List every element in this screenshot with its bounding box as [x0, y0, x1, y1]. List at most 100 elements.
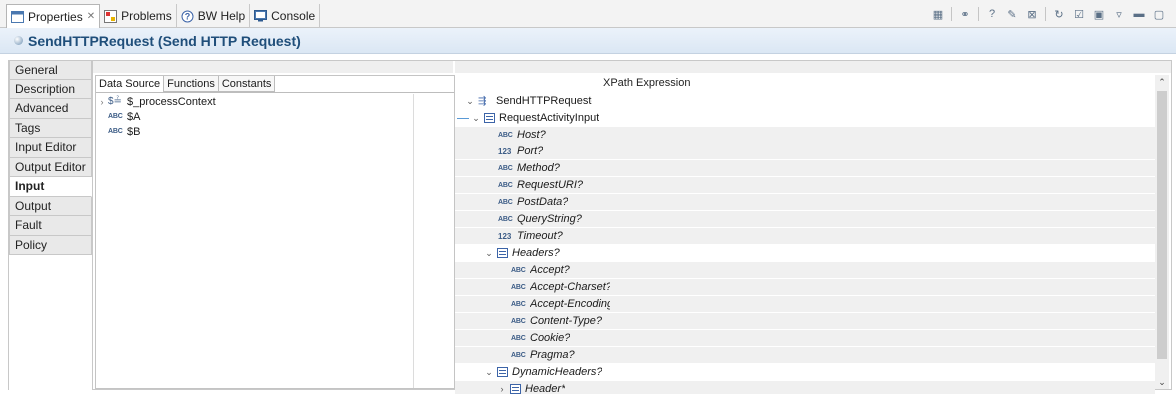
string-type-icon: ABC	[498, 215, 513, 223]
tab-functions[interactable]: Functions	[164, 76, 219, 92]
tree-row[interactable]: ABC PostData?	[455, 194, 1155, 210]
view-menu-icon[interactable]: ▿	[1112, 7, 1126, 21]
vertical-scrollbar[interactable]: ⌃ ⌄	[1155, 75, 1169, 389]
tree-label: RequestURI?	[517, 179, 584, 191]
list-item[interactable]: › $≟ $_processContext	[96, 94, 413, 109]
data-source-panel: Data Source Functions Constants › $≟ $_p…	[95, 75, 455, 389]
sequence-icon	[484, 113, 495, 123]
close-icon[interactable]: ✕	[87, 11, 95, 22]
string-type-icon: ABC	[511, 351, 526, 359]
string-type-icon: ABC	[511, 300, 526, 308]
tab-bw-help[interactable]: ? BW Help	[177, 4, 251, 28]
check-icon[interactable]: ☑	[1072, 7, 1086, 21]
nav-description[interactable]: Description	[9, 79, 92, 99]
tab-console[interactable]: Console	[250, 4, 321, 28]
nav-input[interactable]: Input	[9, 177, 92, 197]
tree-row[interactable]: ABC Host?	[455, 127, 1155, 143]
minimize-icon[interactable]: ▬	[1132, 7, 1146, 21]
tree-label: Accept-Charset?	[530, 281, 610, 293]
string-type-icon: ABC	[511, 334, 526, 342]
tree-label: Content-Type?	[530, 315, 602, 327]
new-view-icon[interactable]: ▦	[931, 7, 945, 21]
tree-row[interactable]: ABC Content-Type?	[455, 313, 1155, 329]
tree-row[interactable]: ⌄ RequestActivityInput	[455, 110, 1155, 126]
item-label: $B	[127, 125, 141, 138]
tab-label: BW Help	[197, 9, 246, 23]
tree-label: Headers?	[512, 247, 560, 259]
scroll-down-icon[interactable]: ⌄	[1155, 375, 1169, 389]
nav-general[interactable]: General	[9, 60, 92, 80]
tree-row[interactable]: › Header*	[455, 381, 1155, 394]
filter-icon[interactable]: ▣	[1092, 7, 1106, 21]
nav-output-editor[interactable]: Output Editor	[9, 157, 92, 177]
nav-fault[interactable]: Fault	[9, 216, 92, 236]
nav-tags[interactable]: Tags	[9, 118, 92, 138]
chevron-down-icon[interactable]: ⌄	[465, 96, 475, 107]
remove-icon[interactable]: ⊠	[1025, 7, 1039, 21]
scroll-up-icon[interactable]: ⌃	[1155, 75, 1169, 89]
map-icon[interactable]: ↻	[1052, 7, 1066, 21]
source-tabs: Data Source Functions Constants	[96, 76, 276, 92]
chevron-down-icon[interactable]: ⌄	[471, 113, 481, 124]
scroll-thumb[interactable]	[1157, 91, 1167, 359]
nav-advanced[interactable]: Advanced	[9, 99, 92, 119]
view-tabs: Properties ✕ Problems ? BW Help Console	[6, 4, 321, 28]
tree-row[interactable]: ABC RequestURI?	[455, 177, 1155, 193]
source-tree: › $≟ $_processContext ABC $A ABC $B	[96, 94, 414, 388]
tab-data-source[interactable]: Data Source	[96, 76, 165, 92]
delete-icon[interactable]: ✎	[1005, 7, 1019, 21]
svg-text:?: ?	[185, 11, 191, 21]
tree-label: Accept?	[530, 264, 570, 276]
nav-input-editor[interactable]: Input Editor	[9, 138, 92, 158]
nav-policy[interactable]: Policy	[9, 235, 92, 255]
tree-row[interactable]: 123 Timeout?	[455, 228, 1155, 244]
maximize-icon[interactable]: ▢	[1152, 7, 1166, 21]
string-type-icon: ABC	[498, 164, 513, 172]
chevron-down-icon[interactable]: ⌄	[484, 248, 494, 259]
view-toolbar: ▦ ⚭ ? ✎ ⊠ ↻ ☑ ▣ ▿ ▬ ▢	[931, 7, 1166, 21]
problems-icon	[104, 9, 118, 23]
list-item[interactable]: ABC $B	[96, 124, 413, 139]
string-type-icon: ABC	[108, 113, 123, 120]
chevron-right-icon[interactable]: ›	[96, 97, 108, 107]
chevron-right-icon[interactable]: ›	[497, 384, 507, 394]
sequence-icon	[497, 248, 508, 258]
tree-label: Host?	[517, 129, 546, 141]
list-item[interactable]: ABC $A	[96, 109, 413, 124]
xpath-column-header: XPath Expression	[455, 73, 1171, 93]
tree-label: Cookie?	[530, 332, 571, 344]
schema-element-icon: ⇶	[478, 95, 487, 107]
tree-row[interactable]: 123 Port?	[455, 143, 1155, 159]
tree-label: Header*	[525, 383, 566, 394]
column-header: XPath Expression	[603, 77, 691, 89]
tree-row[interactable]: ⌄ ⇶ SendHTTPRequest-input	[455, 93, 1155, 109]
tab-problems[interactable]: Problems	[100, 4, 177, 28]
tree-row[interactable]: ABC Cookie?	[455, 330, 1155, 346]
tree-row[interactable]: ABC Method?	[455, 160, 1155, 176]
tree-row[interactable]: ⌄ DynamicHeaders?	[455, 364, 1155, 380]
tree-row[interactable]: ⌄ Headers?	[455, 245, 1155, 261]
string-type-icon: ABC	[498, 131, 513, 139]
sequence-icon	[497, 367, 508, 377]
tab-constants[interactable]: Constants	[218, 76, 276, 92]
string-type-icon: ABC	[498, 181, 513, 189]
help-icon: ?	[181, 10, 194, 23]
view-tab-bar: Properties ✕ Problems ? BW Help Console …	[0, 0, 1176, 28]
string-type-icon: ABC	[511, 266, 526, 274]
console-icon	[254, 10, 268, 23]
chevron-down-icon[interactable]: ⌄	[484, 367, 494, 378]
tab-properties[interactable]: Properties ✕	[6, 4, 101, 28]
variable-icon: $≟	[108, 96, 122, 107]
tree-row[interactable]: ABC Accept-Encoding?	[455, 296, 1155, 312]
link-icon[interactable]: ⚭	[958, 7, 972, 21]
tree-row[interactable]: ABC QueryString?	[455, 211, 1155, 227]
tab-label: Console	[271, 9, 316, 23]
tree-row[interactable]: ABC Accept?	[455, 262, 1155, 278]
nav-output[interactable]: Output	[9, 196, 92, 216]
tab-label: Problems	[121, 9, 172, 23]
help-icon[interactable]: ?	[985, 7, 999, 21]
tab-label: Properties	[28, 9, 83, 24]
tree-row[interactable]: ABC Accept-Charset?	[455, 279, 1155, 295]
tree-row[interactable]: ABC Pragma?	[455, 347, 1155, 363]
number-type-icon: 123	[498, 231, 512, 241]
